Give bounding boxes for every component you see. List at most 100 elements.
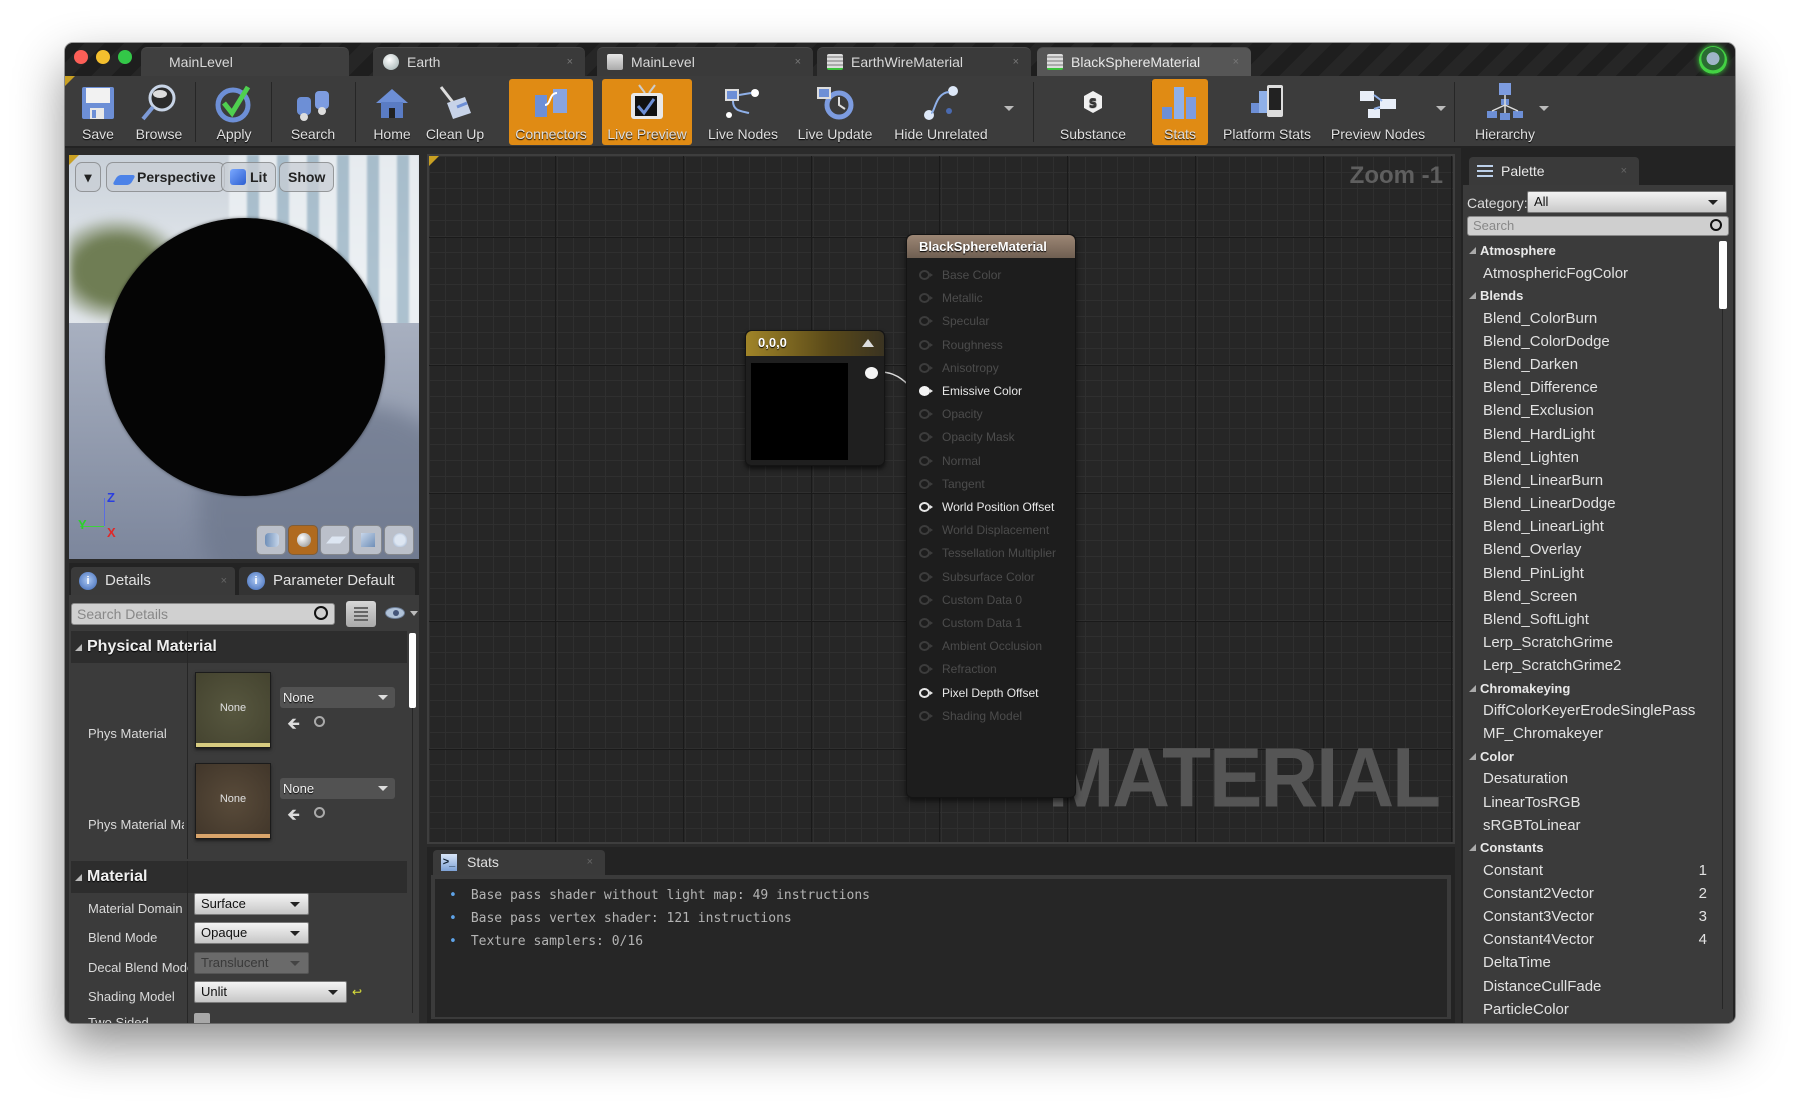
- palette-item[interactable]: Blend_PinLight: [1467, 562, 1715, 585]
- preview-nodes-dropdown-arrow[interactable]: [1436, 106, 1446, 111]
- palette-item[interactable]: ParticleColor: [1467, 998, 1715, 1021]
- material-input-pin[interactable]: Shading Model: [919, 706, 1022, 726]
- preview-plane-button[interactable]: [320, 525, 350, 555]
- tab-palette[interactable]: Palette ×: [1469, 157, 1639, 185]
- two-sided-checkbox[interactable]: [194, 1013, 210, 1023]
- maximize-window-button[interactable]: [118, 50, 132, 64]
- pin-connector-icon[interactable]: [919, 687, 933, 698]
- hide-unrelated-dropdown-arrow[interactable]: [1004, 106, 1014, 111]
- live-preview-button[interactable]: Live Preview: [602, 79, 692, 145]
- palette-item[interactable]: Blend_Overlay: [1467, 538, 1715, 561]
- palette-item[interactable]: DistanceCullFade: [1467, 975, 1715, 998]
- blend-mode-select[interactable]: Opaque: [194, 922, 309, 944]
- constant3vector-node[interactable]: 0,0,0: [745, 330, 885, 466]
- material-input-pin[interactable]: Emissive Color: [919, 381, 1022, 401]
- material-graph-canvas[interactable]: Zoom -1 MATERIAL 0,0,0 BlackSphereMateri…: [427, 154, 1455, 844]
- close-tab-icon[interactable]: ×: [1233, 48, 1239, 77]
- material-input-pin[interactable]: Normal: [919, 451, 981, 471]
- material-input-pin[interactable]: Anisotropy: [919, 358, 999, 378]
- physical-material-section-header[interactable]: Physical Material: [71, 631, 407, 663]
- close-tab-icon[interactable]: ×: [795, 48, 801, 77]
- palette-item[interactable]: LinearTosRGB: [1467, 791, 1715, 814]
- material-input-pin[interactable]: World Position Offset: [919, 497, 1054, 517]
- use-selected-arrow-icon[interactable]: 🡸: [287, 713, 300, 740]
- palette-item[interactable]: Lerp_ScratchGrime2: [1467, 654, 1715, 677]
- material-input-pin[interactable]: Tessellation Multiplier: [919, 543, 1056, 563]
- material-input-pin[interactable]: Custom Data 1: [919, 613, 1022, 633]
- material-domain-select[interactable]: Surface: [194, 893, 309, 915]
- material-input-pin[interactable]: Metallic: [919, 288, 983, 308]
- preview-sphere-button[interactable]: [288, 525, 318, 555]
- column-divider[interactable]: [187, 631, 188, 859]
- palette-scrollbar-thumb[interactable]: [1719, 241, 1727, 309]
- palette-item[interactable]: Blend_HardLight: [1467, 423, 1715, 446]
- stats-button[interactable]: Stats: [1152, 79, 1208, 145]
- hierarchy-button[interactable]: Hierarchy: [1465, 79, 1545, 145]
- palette-item[interactable]: Constant2Vector 2: [1467, 882, 1715, 905]
- visibility-eye-icon[interactable]: [385, 607, 405, 619]
- output-pin[interactable]: [865, 367, 878, 379]
- palette-item[interactable]: Blend_Screen: [1467, 585, 1715, 608]
- close-tab-icon[interactable]: ×: [567, 48, 573, 77]
- pin-connector-icon[interactable]: [919, 641, 933, 652]
- palette-item[interactable]: MF_Chromakeyer: [1467, 722, 1715, 745]
- platform-stats-button[interactable]: Platform Stats: [1215, 79, 1319, 145]
- browse-button[interactable]: Browse: [129, 79, 189, 145]
- close-tab-icon[interactable]: ×: [1013, 48, 1019, 77]
- pin-connector-icon[interactable]: [919, 478, 933, 489]
- palette-item[interactable]: Blend_Darken: [1467, 353, 1715, 376]
- palette-item[interactable]: Blend_ColorDodge: [1467, 330, 1715, 353]
- pin-connector-icon[interactable]: [919, 339, 933, 350]
- palette-item[interactable]: Constant3Vector 3: [1467, 905, 1715, 928]
- lit-mode-button[interactable]: Lit: [221, 162, 277, 192]
- search-details-input[interactable]: Search Details: [71, 603, 335, 625]
- pin-connector-icon[interactable]: [919, 270, 933, 280]
- pin-connector-icon[interactable]: [919, 664, 933, 675]
- palette-item[interactable]: Blend_ColorBurn: [1467, 307, 1715, 330]
- category-select[interactable]: All: [1527, 191, 1727, 213]
- palette-item[interactable]: Blend_Lighten: [1467, 446, 1715, 469]
- material-input-pin[interactable]: Roughness: [919, 335, 1003, 355]
- palette-item[interactable]: DeltaTime: [1467, 951, 1715, 974]
- pin-connector-icon[interactable]: [919, 594, 933, 605]
- pin-connector-icon[interactable]: [919, 293, 933, 304]
- hierarchy-dropdown-arrow[interactable]: [1539, 106, 1549, 111]
- live-update-button[interactable]: Live Update: [791, 79, 879, 145]
- palette-item[interactable]: Blend_LinearLight: [1467, 515, 1715, 538]
- material-input-pin[interactable]: Ambient Occlusion: [919, 636, 1042, 656]
- palette-item[interactable]: AtmosphericFogColor: [1467, 262, 1715, 285]
- save-button[interactable]: Save: [69, 79, 127, 145]
- palette-category[interactable]: Constants: [1467, 837, 1715, 859]
- palette-scrollbar-track[interactable]: [1722, 309, 1723, 1009]
- preview-cylinder-button[interactable]: [256, 525, 286, 555]
- phys-material-mask-asset-picker[interactable]: None: [280, 778, 395, 799]
- palette-category[interactable]: Atmosphere: [1467, 240, 1715, 262]
- pin-connector-icon[interactable]: [919, 409, 933, 420]
- palette-item[interactable]: Constant4Vector 4: [1467, 928, 1715, 951]
- column-divider[interactable]: [187, 861, 188, 1023]
- material-input-pin[interactable]: Opacity Mask: [919, 427, 1015, 447]
- pin-connector-icon[interactable]: [919, 710, 933, 721]
- phys-material-mask-thumbnail[interactable]: None: [195, 763, 271, 839]
- browse-asset-magnifier-icon[interactable]: [314, 807, 325, 818]
- connectors-button[interactable]: Connectors: [509, 79, 593, 145]
- perspective-button[interactable]: Perspective: [106, 162, 225, 192]
- pin-connector-icon[interactable]: [919, 502, 933, 512]
- palette-item[interactable]: Blend_Exclusion: [1467, 399, 1715, 422]
- pin-connector-icon[interactable]: [919, 525, 933, 536]
- unreal-engine-logo-icon[interactable]: [1699, 46, 1727, 74]
- material-section-header[interactable]: Material: [71, 861, 407, 893]
- material-input-pin[interactable]: Specular: [919, 311, 989, 331]
- pin-connector-icon[interactable]: [919, 455, 933, 466]
- tab-earth[interactable]: Earth ×: [373, 47, 585, 76]
- pin-connector-icon[interactable]: [919, 548, 933, 559]
- clean-up-button[interactable]: Clean Up: [423, 79, 487, 145]
- details-scrollbar-thumb[interactable]: [409, 633, 416, 708]
- substance-button[interactable]: S Substance: [1043, 79, 1143, 145]
- home-button[interactable]: Home: [365, 79, 419, 145]
- material-preview-viewport[interactable]: ▾ Perspective Lit Show Z Y X: [69, 155, 419, 559]
- palette-item[interactable]: Desaturation: [1467, 767, 1715, 790]
- palette-category[interactable]: Chromakeying: [1467, 678, 1715, 700]
- close-tab-icon[interactable]: ×: [587, 850, 593, 875]
- use-selected-arrow-icon[interactable]: 🡸: [287, 804, 300, 831]
